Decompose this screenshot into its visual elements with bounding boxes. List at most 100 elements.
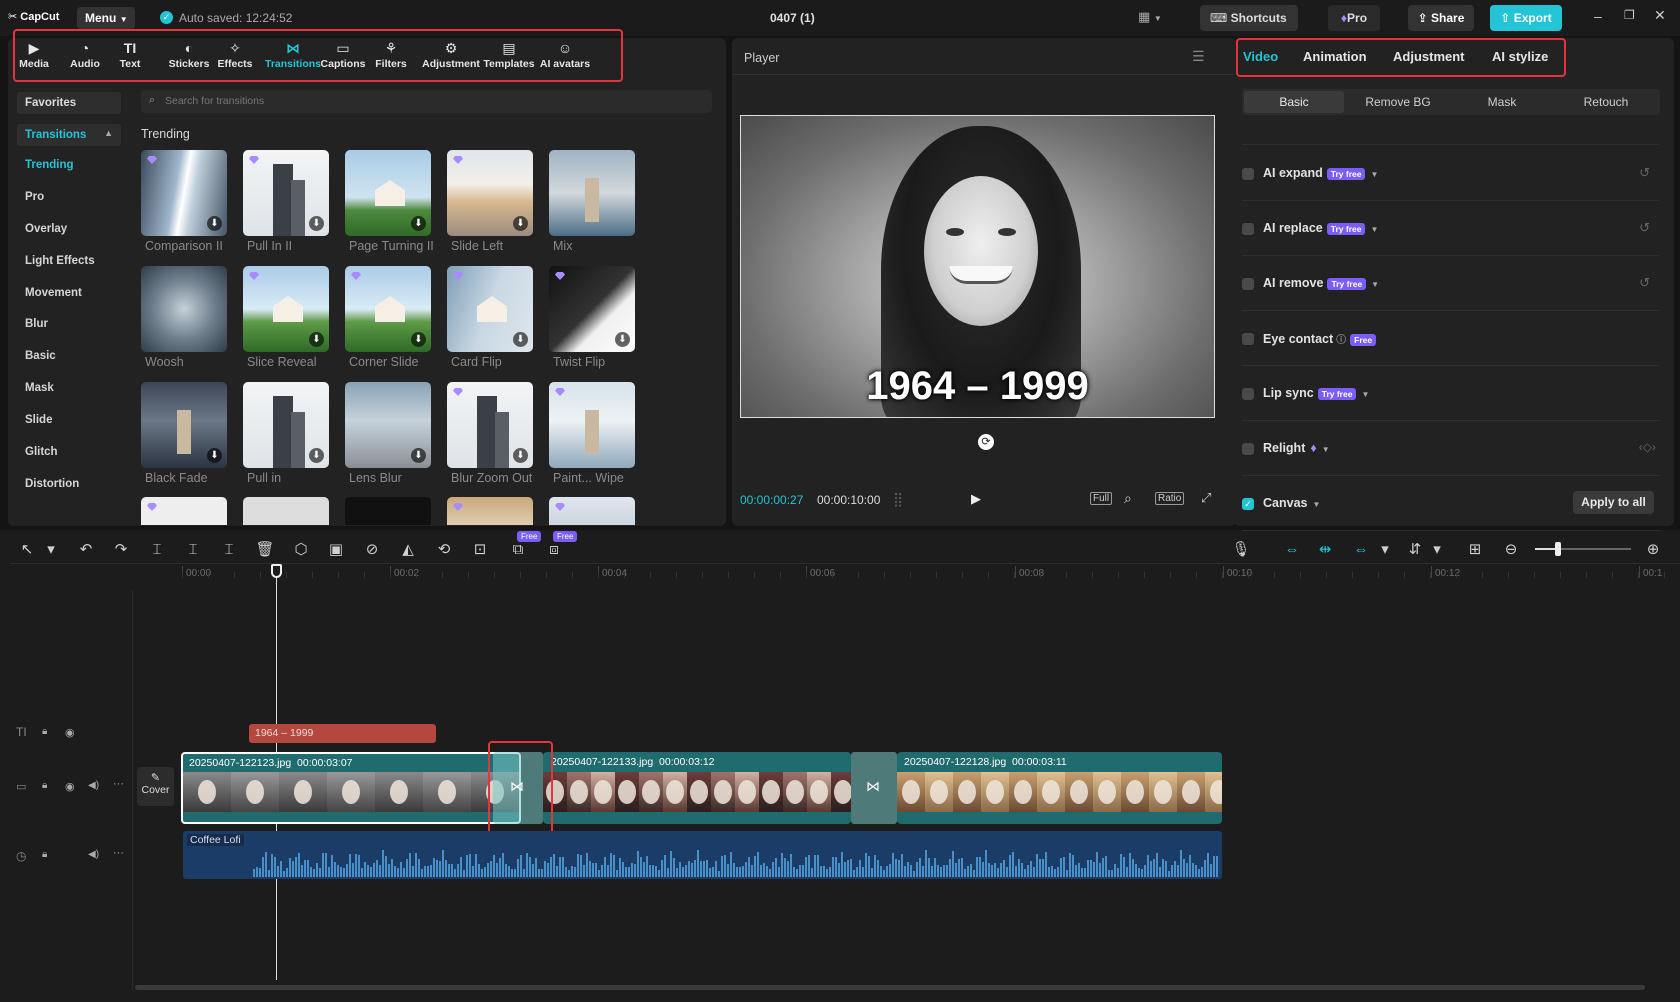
zoom-fit-icon[interactable]: ⌕ [1124, 490, 1132, 507]
transition-thumbnail[interactable]: ⬇ [243, 150, 329, 236]
ratio-button[interactable]: Ratio [1155, 492, 1184, 505]
tool-text[interactable]: TIText [110, 38, 150, 74]
tool-transitions[interactable]: ⋈Transitions [264, 38, 322, 74]
zoom-slider-handle[interactable] [1555, 542, 1561, 556]
grid-icon[interactable]: ⣿ [893, 491, 903, 508]
tool-ai-avatars[interactable]: ☺AI avatars [535, 38, 595, 74]
hamburger-menu-icon[interactable]: ☰ [1192, 48, 1205, 65]
lock-icon[interactable]: 🔒︎ [42, 726, 47, 737]
checkbox[interactable] [1242, 168, 1254, 180]
sidebar-item-distortion[interactable]: Distortion [25, 478, 79, 490]
checkbox[interactable] [1242, 333, 1254, 345]
chevron-down-icon[interactable]: ▾ [1374, 539, 1396, 561]
transition-thumbnail[interactable] [549, 150, 635, 236]
transition-thumbnail[interactable]: ⬇ [345, 150, 431, 236]
thumbnail-icon[interactable]: ⊞ [1464, 539, 1486, 561]
sidebar-item-trending[interactable]: Trending [25, 159, 74, 171]
tab-ai-stylize[interactable]: AI stylize [1492, 49, 1548, 64]
transition-thumbnail[interactable] [549, 497, 635, 525]
chevron-down-icon[interactable]: ▼ [1370, 170, 1378, 179]
video-clip-1[interactable]: 20250407-122123.jpg 00:00:03:07 [181, 752, 521, 824]
tab-adjustment[interactable]: Adjustment [1393, 49, 1465, 64]
download-icon[interactable]: ⬇ [309, 332, 324, 347]
transition-icon[interactable]: ⋈ [866, 778, 880, 795]
chevron-down-icon[interactable]: ▾ [1426, 539, 1448, 561]
reset-icon[interactable]: ↺ [1639, 165, 1650, 181]
split-left-icon[interactable]: ⌶ [182, 539, 204, 561]
video-clip-3[interactable]: 20250407-122128.jpg 00:00:03:11 [897, 752, 1222, 824]
video-preview[interactable]: 1964 – 1999 [740, 115, 1215, 418]
video-clip-2[interactable]: 20250407-122133.jpg 00:00:03:12 [543, 752, 851, 824]
tool-media[interactable]: ▶Media [14, 38, 54, 74]
audio-clip[interactable]: Coffee Lofi [183, 831, 1222, 879]
tab-video[interactable]: Video [1243, 49, 1278, 64]
zoom-out-icon[interactable]: ⊖ [1500, 539, 1522, 561]
eye-icon[interactable]: ◉ [65, 726, 75, 739]
mic-icon[interactable]: 🎙︎ [1230, 539, 1252, 561]
rotate-icon[interactable]: ⟳ [978, 434, 994, 450]
transition-thumbnail[interactable] [447, 497, 533, 525]
rotate-icon[interactable]: ⟲ [433, 539, 455, 561]
split-right-icon[interactable]: ⌶ [218, 539, 240, 561]
sidebar-item-movement[interactable]: Movement [25, 287, 82, 299]
checkbox[interactable] [1242, 223, 1254, 235]
transition-thumbnail[interactable] [345, 497, 431, 525]
text-clip[interactable]: 1964 – 1999 [249, 724, 436, 743]
sidebar-item-light-effects[interactable]: Light Effects [25, 255, 95, 267]
tool-stickers[interactable]: ◐Stickers [162, 38, 216, 74]
download-icon[interactable]: ⬇ [309, 216, 324, 231]
full-button[interactable]: Full [1090, 492, 1112, 505]
download-icon[interactable]: ⬇ [411, 448, 426, 463]
transition-icon[interactable]: ⋈ [510, 778, 524, 795]
export-button[interactable]: ⇧ Export [1490, 5, 1562, 31]
sidebar-item-overlay[interactable]: Overlay [25, 223, 67, 235]
sidebar-item-basic[interactable]: Basic [25, 350, 56, 362]
tool-templates[interactable]: ▤Templates [480, 38, 538, 74]
pro-button[interactable]: ♦Pro [1328, 5, 1380, 31]
timeline-scrollbar[interactable] [135, 985, 1645, 990]
sidebar-item-glitch[interactable]: Glitch [25, 446, 58, 458]
transition-thumbnail[interactable]: ⬇ [243, 382, 329, 468]
sidebar-item-slide[interactable]: Slide [25, 414, 52, 426]
share-button[interactable]: ⇪ Share [1408, 5, 1474, 31]
chevron-down-icon[interactable]: ▼ [1371, 280, 1379, 289]
split-icon[interactable]: ⌶ [146, 539, 168, 561]
tool-audio[interactable]: ◔Audio [64, 38, 106, 74]
reverse-icon[interactable]: ⊘ [361, 539, 383, 561]
download-icon[interactable]: ⬇ [309, 448, 324, 463]
chevron-down-icon[interactable]: ▼ [1312, 500, 1320, 509]
preview-axis-icon[interactable]: ⇵ [1404, 539, 1426, 561]
playhead-handle[interactable] [271, 564, 282, 578]
keyframe-icon[interactable]: ‹◇› [1639, 440, 1656, 454]
transition-thumbnail[interactable]: ⬇ [243, 266, 329, 352]
checkbox[interactable] [1242, 388, 1254, 400]
sidebar-item-blur[interactable]: Blur [25, 318, 48, 330]
transition-thumbnail[interactable]: ⬇ [141, 150, 227, 236]
chevron-down-icon[interactable]: ▼ [1370, 225, 1378, 234]
magnet-icon[interactable]: ⇹ [1314, 539, 1336, 561]
transition-thumbnail[interactable]: ⬇ [447, 382, 533, 468]
select-icon[interactable]: ↖ [16, 539, 38, 561]
overlay-text[interactable]: 1964 – 1999 [741, 364, 1214, 409]
download-icon[interactable]: ⬇ [411, 216, 426, 231]
checkbox[interactable] [1242, 278, 1254, 290]
undo-icon[interactable]: ↶ [75, 539, 97, 561]
subtab-mask[interactable]: Mask [1452, 91, 1552, 113]
menu-button[interactable]: Menu ▼ [77, 7, 135, 29]
download-icon[interactable]: ⬇ [411, 332, 426, 347]
chevron-down-icon[interactable]: ▼ [1322, 445, 1330, 454]
download-icon[interactable]: ⬇ [615, 332, 630, 347]
transition-thumbnail[interactable] [549, 382, 635, 468]
checkbox[interactable]: ✓ [1242, 498, 1254, 510]
tab-animation[interactable]: Animation [1303, 49, 1367, 64]
crop-icon[interactable]: ⊡ [469, 539, 491, 561]
transition-thumbnail[interactable]: ⬇ [345, 382, 431, 468]
delete-icon[interactable]: 🗑︎ [254, 539, 276, 561]
more-icon[interactable]: ··· [113, 847, 124, 859]
transition-thumbnail[interactable] [243, 497, 329, 525]
play-icon[interactable]: ▶ [971, 491, 981, 507]
download-icon[interactable]: ⬇ [513, 216, 528, 231]
lock-icon[interactable]: 🔒︎ [42, 780, 47, 791]
tool-adjustment[interactable]: ⚙Adjustment [421, 38, 481, 74]
transition-thumbnail[interactable]: ⬇ [141, 382, 227, 468]
